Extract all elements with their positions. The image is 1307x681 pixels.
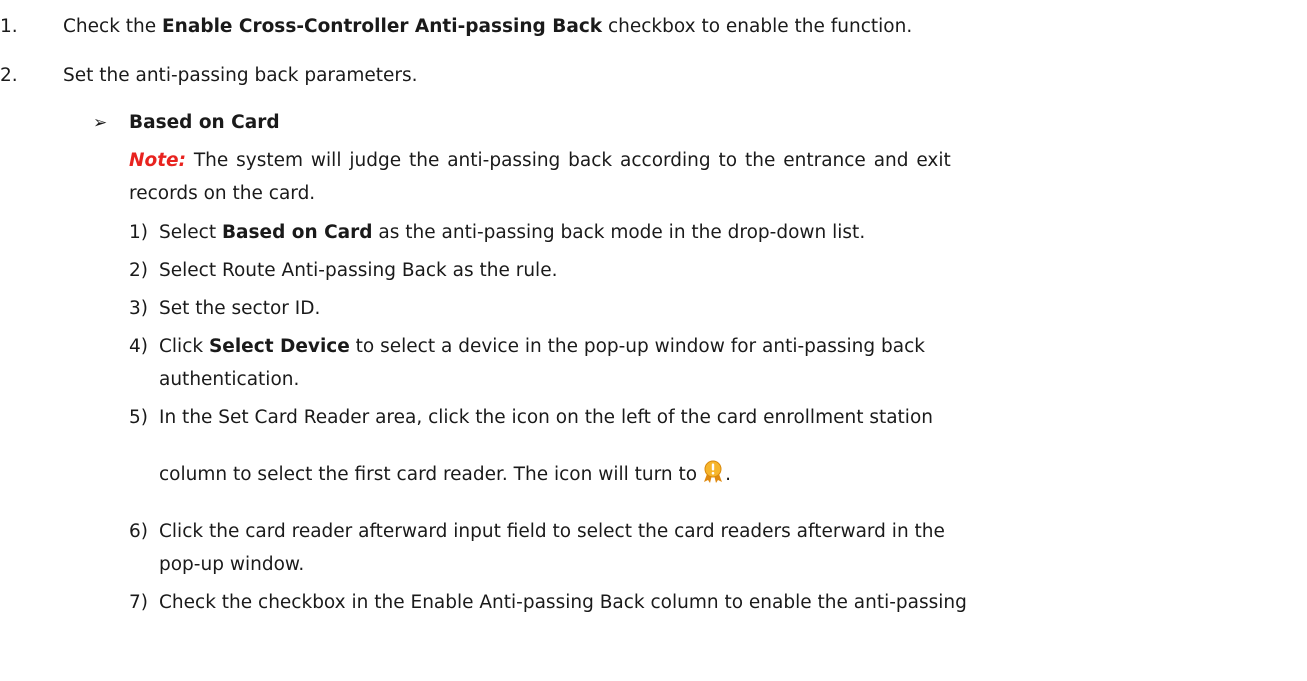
step-1-text: Check the Enable Cross-Controller Anti-p… — [63, 13, 912, 41]
step-number: 1. — [0, 16, 18, 37]
document-page: 1. Check the Enable Cross-Controller Ant… — [0, 0, 1307, 681]
note-text: The system will judge the anti-passing b… — [185, 150, 951, 171]
note-line-1: Note: The system will judge the anti-pas… — [129, 147, 951, 175]
note-label: Note: — [129, 150, 186, 171]
card-reader-warning-icon — [701, 460, 725, 484]
substep-number: 3) — [129, 298, 148, 319]
note-line-2: records on the card. — [129, 183, 316, 204]
substep-5-text: In the Set Card Reader area, click the i… — [159, 407, 933, 428]
substep-6-line-2: pop-up window. — [159, 554, 305, 575]
ui-term: Based on Card — [221, 222, 373, 243]
step-number: 2. — [0, 65, 18, 86]
substep-7-text: Check the checkbox in the Enable Anti-pa… — [159, 592, 967, 613]
substep-text: column to select the first card reader. … — [159, 464, 698, 485]
substep-2-text: Select Route Anti-passing Back as the ru… — [159, 260, 558, 281]
substep-text: Select — [159, 222, 222, 243]
substep-3-text: Set the sector ID. — [159, 298, 321, 319]
step-2-text: Set the anti-passing back parameters. — [63, 65, 418, 86]
substep-5-line-2: column to select the first card reader. … — [159, 460, 731, 489]
substep-number: 2) — [129, 260, 148, 281]
ui-term: Enable Cross-Controller Anti-passing Bac… — [162, 16, 603, 37]
substep-text: as the anti-passing back mode in the dro… — [372, 222, 866, 243]
substep-number: 4) — [129, 336, 148, 357]
bullet-title-text: Based on Card — [129, 112, 280, 133]
substep-text: to select a device in the pop-up window … — [349, 336, 925, 357]
substep-1-text: Select Based on Card as the anti-passing… — [159, 219, 865, 247]
bullet-title: Based on Card — [129, 109, 280, 137]
period: . — [725, 464, 731, 485]
substep-4-line-2: authentication. — [159, 369, 300, 390]
step-text: Check the — [63, 16, 163, 37]
arrow-bullet-icon: ➢ — [93, 113, 108, 133]
substep-number: 5) — [129, 407, 148, 428]
substep-number: 6) — [129, 521, 148, 542]
step-text: checkbox to enable the function. — [602, 16, 913, 37]
ui-term: Select Device — [208, 336, 350, 357]
substep-4-text: Click Select Device to select a device i… — [159, 333, 925, 361]
substep-text: Click — [159, 336, 209, 357]
substep-number: 7) — [129, 592, 148, 613]
substep-6-text: Click the card reader afterward input fi… — [159, 521, 945, 542]
substep-number: 1) — [129, 222, 148, 243]
